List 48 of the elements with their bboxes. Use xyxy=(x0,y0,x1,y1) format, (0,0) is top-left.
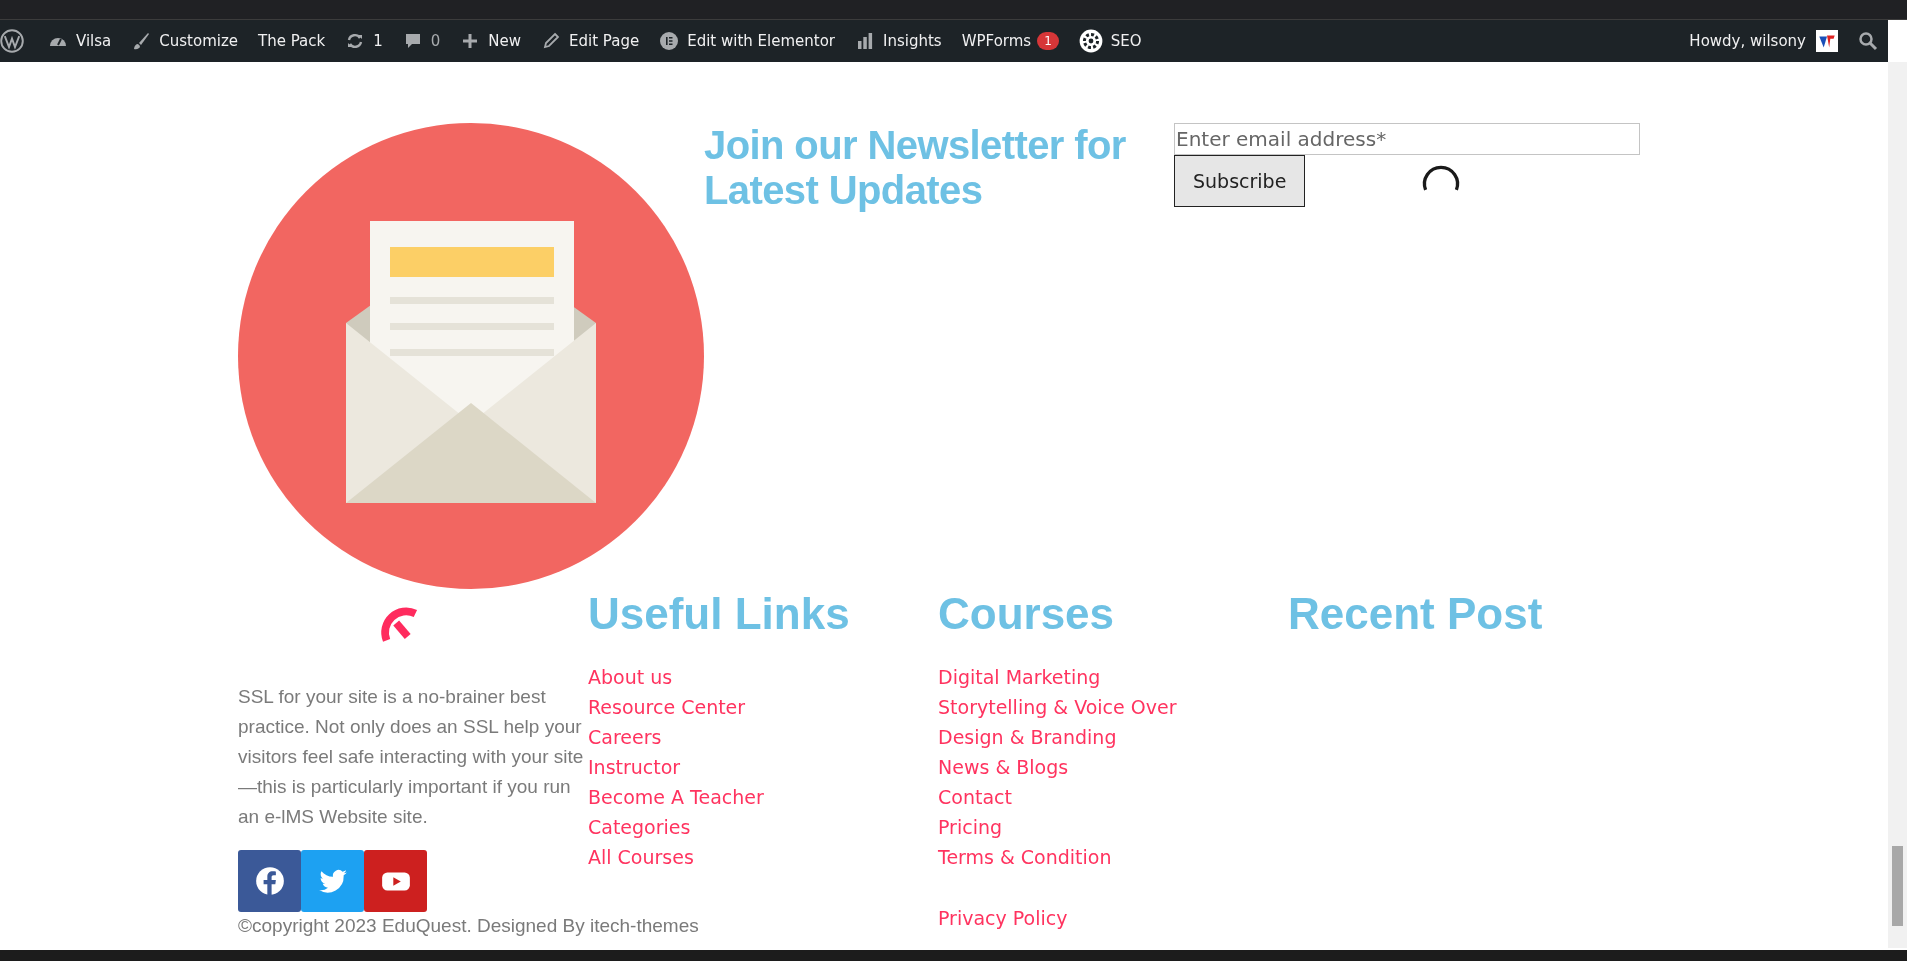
facebook-button[interactable] xyxy=(238,850,301,912)
newsletter-heading: Join our Newsletter for Latest Updates xyxy=(704,123,1127,213)
footer-link[interactable]: Design & Branding xyxy=(938,726,1117,748)
wordpress-logo-icon[interactable] xyxy=(0,29,24,53)
footer-link[interactable]: Contact xyxy=(938,786,1012,808)
twitter-button[interactable] xyxy=(301,850,364,912)
footer-link[interactable]: Instructor xyxy=(588,756,681,778)
footer-link[interactable]: Storytelling & Voice Over xyxy=(938,696,1177,718)
admin-bar-item[interactable]: New xyxy=(450,31,531,51)
youtube-button[interactable] xyxy=(364,850,427,912)
admin-bar-item[interactable]: 0 xyxy=(392,31,451,51)
notification-badge: 1 xyxy=(1037,32,1059,50)
admin-bar-item[interactable]: Vilsa xyxy=(38,31,122,51)
admin-bar-item[interactable]: Insights xyxy=(845,31,952,51)
gear-icon xyxy=(1078,29,1103,53)
footer-link[interactable]: Categories xyxy=(588,816,691,838)
footer-column-heading: Useful Links xyxy=(588,588,851,640)
pencil-icon xyxy=(541,31,561,51)
admin-bar-item[interactable]: Customize xyxy=(121,31,249,51)
footer-link[interactable]: Terms & Condition xyxy=(938,846,1112,868)
footer-link[interactable]: All Courses xyxy=(588,846,694,868)
admin-bar-item[interactable]: Edit Page xyxy=(531,31,650,51)
footer-link[interactable]: About us xyxy=(588,666,673,688)
admin-bar-item[interactable]: 1 xyxy=(335,31,393,51)
footer-link[interactable]: Digital Marketing xyxy=(938,666,1101,688)
account-menu[interactable]: Howdy, wilsony xyxy=(1679,32,1816,50)
elementor-icon xyxy=(659,31,680,51)
footer-link[interactable]: Careers xyxy=(588,726,662,748)
facebook-icon xyxy=(253,865,286,897)
about-text: SSL for your site is a no-brainer best practice. Not only does an SSL help your visitors feel safe interacting with your site—this is particularly important if you run an e-lMS Website site. xyxy=(238,685,584,829)
footer-column-heading: Recent Post xyxy=(1288,588,1544,640)
brush-icon xyxy=(131,31,152,51)
bar-chart-icon xyxy=(855,31,875,51)
footer-link[interactable]: Become A Teacher xyxy=(588,786,764,808)
search-icon[interactable] xyxy=(1858,31,1878,51)
footer-link[interactable]: Resource Center xyxy=(588,696,746,718)
avatar-icon[interactable] xyxy=(1816,30,1838,52)
admin-bar-item[interactable]: The Pack xyxy=(248,32,336,50)
privacy-policy-link[interactable]: Privacy Policy xyxy=(938,906,1068,930)
admin-bar-item[interactable]: WPForms 1 xyxy=(951,32,1069,50)
admin-bar-item[interactable]: SEO xyxy=(1068,29,1152,53)
footer-link[interactable]: News & Blogs xyxy=(938,756,1069,778)
footer-link[interactable]: Pricing xyxy=(938,816,1003,838)
subscribe-button[interactable]: Subscribe xyxy=(1174,155,1306,207)
admin-bar-item[interactable]: Edit with Elementor xyxy=(649,31,845,51)
footer-column-heading: Courses xyxy=(938,588,1116,640)
email-input-field[interactable]: Enter email address* xyxy=(1174,123,1640,155)
copyright-text: ©copyright 2023 EduQuest. Designed By itech-themes xyxy=(238,914,699,938)
